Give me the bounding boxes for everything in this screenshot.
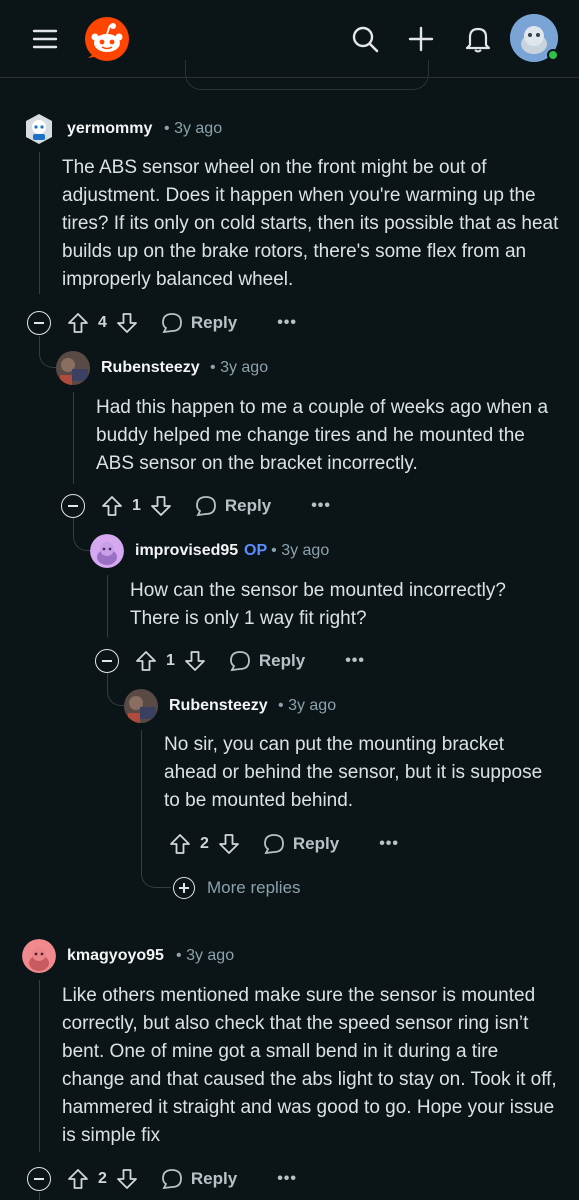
comment-actions: 2 Reply ••• — [168, 829, 399, 859]
upvote-button[interactable] — [168, 832, 192, 856]
avatar[interactable] — [22, 939, 56, 973]
plus-icon[interactable] — [402, 20, 440, 58]
reply-button[interactable]: Reply — [229, 650, 305, 672]
reddit-logo[interactable] — [84, 16, 130, 62]
thread-connector — [39, 336, 56, 368]
collapse-button[interactable] — [95, 649, 119, 673]
sort-tab-edge — [185, 60, 429, 90]
search-icon[interactable] — [346, 20, 384, 58]
more-options-button[interactable]: ••• — [345, 652, 365, 670]
thread-line — [39, 152, 40, 294]
reply-icon — [162, 1169, 182, 1190]
more-replies-button[interactable]: More replies — [173, 877, 301, 899]
downvote-button[interactable] — [183, 649, 207, 673]
bell-icon[interactable] — [459, 20, 497, 58]
avatar[interactable] — [22, 112, 56, 146]
comment-body: The ABS sensor wheel on the front might … — [62, 157, 559, 290]
reply-button[interactable]: Reply — [195, 495, 271, 517]
more-options-button[interactable]: ••• — [311, 497, 331, 515]
collapse-button[interactable] — [27, 1167, 51, 1191]
user-avatar[interactable] — [510, 14, 559, 62]
downvote-button[interactable] — [115, 311, 139, 335]
thread-connector — [73, 518, 90, 551]
vote-count: 2 — [98, 1170, 107, 1187]
thread-line — [39, 980, 40, 1152]
op-badge: OP — [244, 542, 268, 559]
avatar[interactable] — [90, 534, 124, 568]
comment-author[interactable]: Rubensteezy — [169, 697, 268, 715]
upvote-button[interactable] — [66, 311, 90, 335]
thread-connector — [107, 672, 124, 706]
comment-body: How can the sensor be mounted incorrectl… — [130, 580, 506, 629]
vote-count: 1 — [166, 652, 175, 669]
vote-count: 1 — [132, 497, 141, 514]
more-options-button[interactable]: ••• — [277, 314, 297, 332]
comment-body: No sir, you can put the mounting bracket… — [164, 734, 543, 811]
upvote-button[interactable] — [134, 649, 158, 673]
online-status-dot — [547, 49, 559, 61]
thread-line — [107, 575, 108, 637]
comment-time: • 3y ago — [164, 120, 223, 137]
comment-author[interactable]: kmagyoyo95 — [67, 947, 164, 965]
reply-icon — [196, 496, 216, 517]
collapse-button[interactable] — [61, 494, 85, 518]
comment-time: • 3y ago — [210, 359, 269, 376]
vote-count: 4 — [98, 314, 107, 331]
downvote-button[interactable] — [115, 1167, 139, 1191]
thread-line — [141, 730, 142, 820]
comment-time: • 3y ago — [278, 697, 337, 714]
comment-body: Had this happen to me a couple of weeks … — [96, 397, 549, 474]
comment-actions: 1 Reply ••• — [61, 491, 331, 521]
thread-line — [73, 392, 74, 484]
more-options-button[interactable]: ••• — [277, 1170, 297, 1188]
upvote-button[interactable] — [100, 494, 124, 518]
avatar[interactable] — [124, 689, 158, 723]
upvote-button[interactable] — [66, 1167, 90, 1191]
top-app-bar — [0, 0, 579, 90]
downvote-button[interactable] — [217, 832, 241, 856]
comment-actions: 1 Reply ••• — [95, 646, 365, 676]
expand-icon — [173, 877, 195, 899]
more-options-button[interactable]: ••• — [379, 835, 399, 853]
comment-author[interactable]: Rubensteezy — [101, 359, 200, 377]
collapse-button[interactable] — [27, 311, 51, 335]
comment-actions: 4 Reply ••• — [27, 308, 297, 338]
reply-button[interactable]: Reply — [263, 833, 339, 855]
comment-time: OP • 3y ago — [244, 542, 330, 559]
vote-count: 2 — [200, 835, 209, 852]
reply-icon — [264, 834, 284, 855]
comment-author[interactable]: yermommy — [67, 120, 152, 138]
reply-button[interactable]: Reply — [161, 312, 237, 334]
comment-author[interactable]: improvised95 — [135, 542, 238, 560]
reply-icon — [162, 313, 182, 334]
reply-icon — [230, 651, 250, 672]
comment-time: • 3y ago — [176, 947, 235, 964]
avatar[interactable] — [56, 351, 90, 385]
comment-body: Like others mentioned make sure the sens… — [62, 985, 557, 1146]
thread-connector — [141, 820, 171, 888]
downvote-button[interactable] — [149, 494, 173, 518]
comment-actions: 2 Reply ••• — [27, 1164, 297, 1194]
menu-icon[interactable] — [26, 22, 64, 56]
reply-button[interactable]: Reply — [161, 1168, 237, 1190]
